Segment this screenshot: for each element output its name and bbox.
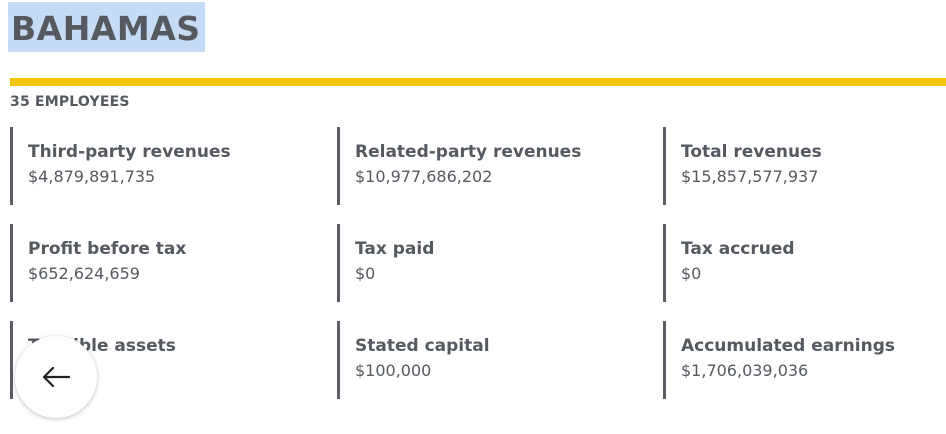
metric-label: Tax paid <box>355 239 435 259</box>
metric-label: Tax accrued <box>681 239 795 259</box>
arrow-left-icon <box>41 365 71 389</box>
metric-value: $0 <box>681 264 702 283</box>
metric-label: Accumulated earnings <box>681 336 895 356</box>
country-report-page: BAHAMAS 35 EMPLOYEES Third-party revenue… <box>0 0 946 434</box>
metric-stated-capital: Stated capital $100,000 <box>337 321 637 399</box>
metric-value: $4,879,891,735 <box>28 167 156 186</box>
metric-value: $1,706,039,036 <box>681 361 809 380</box>
section-divider <box>10 78 946 86</box>
metric-label: Total revenues <box>681 142 822 162</box>
country-title: BAHAMAS <box>8 2 205 52</box>
metric-value: $100,000 <box>355 361 432 380</box>
metric-total-revenues: Total revenues $15,857,577,937 <box>663 127 946 205</box>
metric-label: Profit before tax <box>28 239 187 259</box>
metric-accumulated-earnings: Accumulated earnings $1,706,039,036 <box>663 321 946 399</box>
metric-value: $652,624,659 <box>28 264 140 283</box>
metric-label: Related-party revenues <box>355 142 582 162</box>
metric-label: Third-party revenues <box>28 142 231 162</box>
metric-value: $15,857,577,937 <box>681 167 819 186</box>
metric-tax-accrued: Tax accrued $0 <box>663 224 946 302</box>
metric-third-party-revenues: Third-party revenues $4,879,891,735 <box>10 127 310 205</box>
metric-label: Stated capital <box>355 336 490 356</box>
metric-profit-before-tax: Profit before tax $652,624,659 <box>10 224 310 302</box>
metric-tax-paid: Tax paid $0 <box>337 224 637 302</box>
metric-value: $10,977,686,202 <box>355 167 493 186</box>
employee-count: 35 EMPLOYEES <box>10 94 130 110</box>
metric-value: $0 <box>355 264 376 283</box>
metric-related-party-revenues: Related-party revenues $10,977,686,202 <box>337 127 637 205</box>
back-button[interactable] <box>15 336 97 418</box>
